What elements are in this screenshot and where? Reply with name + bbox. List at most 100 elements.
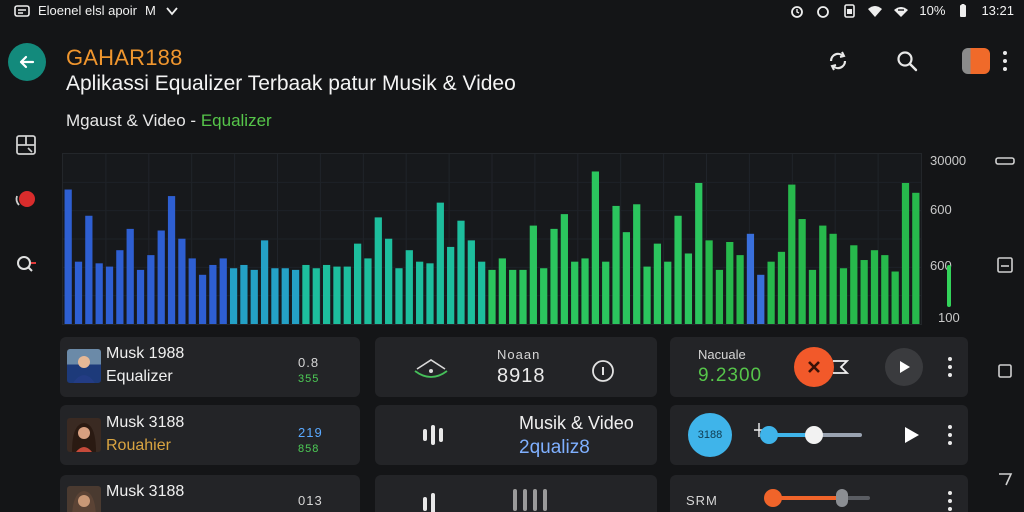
spectrum-bar — [674, 215, 682, 324]
spectrum-bar — [478, 261, 486, 324]
slider-start-knob[interactable] — [764, 489, 782, 507]
preset-label: Noaan — [497, 347, 541, 362]
spectrum-bar — [322, 264, 331, 324]
app-notification-icon — [14, 4, 30, 18]
control-label: SRM — [686, 493, 718, 508]
search-icon — [897, 51, 918, 72]
profile-avatar[interactable] — [962, 48, 990, 74]
balance-slider-knob[interactable] — [836, 489, 848, 507]
preset-title: Musik & Video — [519, 413, 634, 433]
chevron-down-icon[interactable] — [164, 4, 180, 18]
track-card-2[interactable]: Musk 3188 Rouahier 219 858 — [60, 405, 360, 465]
spectrum-bar — [488, 269, 496, 324]
track-title: Musk 3188 — [106, 414, 185, 431]
sync-icon — [829, 51, 847, 71]
track-badge[interactable]: 3188 — [688, 413, 732, 457]
cloud-sync-icon — [414, 359, 448, 378]
window-icon[interactable] — [993, 254, 1017, 276]
spectrum-bar — [209, 264, 217, 324]
control-card-1[interactable]: Nacuale 9.2300 — [670, 337, 968, 397]
bars-icon — [513, 489, 547, 511]
spectrum-bar — [405, 250, 413, 324]
preset-card-1[interactable]: Noaan 8918 — [375, 337, 657, 397]
waveform-icon — [423, 493, 435, 512]
spectrum-bar — [715, 269, 724, 324]
play-button[interactable] — [896, 420, 926, 450]
spectrum-bar — [167, 196, 176, 324]
spectrum-bar — [343, 266, 351, 324]
search-button[interactable] — [892, 46, 922, 76]
play-icon — [905, 427, 919, 443]
breadcrumb-main: Mgaust & Video - — [66, 111, 201, 130]
spectrum-bar — [240, 264, 248, 324]
spectrum-bar — [333, 266, 341, 324]
spectrum-bar — [901, 182, 910, 324]
spectrum-bar — [312, 268, 320, 324]
control-label: Nacuale — [698, 347, 746, 362]
more-vert-icon[interactable] — [947, 491, 953, 511]
minimize-icon[interactable] — [993, 150, 1017, 172]
spectrum-bar — [229, 268, 238, 324]
record-icon[interactable] — [12, 185, 40, 213]
spectrum-bar — [302, 264, 310, 324]
preset-card-2[interactable]: Musik & Video 2qualiz8 — [375, 405, 657, 465]
bookmark-icon[interactable] — [830, 357, 850, 377]
track-card-3[interactable]: Musk 3188 013 — [60, 475, 360, 512]
track-value-top: 219 — [298, 425, 323, 440]
more-vert-icon[interactable] — [947, 357, 953, 377]
spectrum-bar — [260, 240, 269, 324]
spectrum-bar — [767, 261, 775, 324]
spectrum-bar — [85, 215, 93, 324]
square-icon[interactable] — [993, 360, 1017, 382]
spectrum-bar — [777, 251, 786, 324]
track-card-1[interactable]: Musk 1988 Equalizer 0.8 355 — [60, 337, 360, 397]
spectrum-bar — [95, 263, 103, 324]
spectrum-bar — [147, 255, 155, 324]
spectrum-bar — [602, 261, 610, 324]
spectrum-bar — [219, 258, 227, 324]
preset-card-3[interactable] — [375, 475, 657, 512]
control-number: 9.2300 — [698, 365, 763, 386]
spectrum-bar — [188, 258, 196, 324]
control-card-3[interactable]: SRM — [670, 475, 968, 512]
back-button[interactable] — [8, 43, 46, 81]
corner-arrow-icon[interactable] — [993, 468, 1017, 490]
spectrum-bar — [726, 242, 734, 324]
volume-slider-knob[interactable] — [805, 426, 823, 444]
control-card-2[interactable]: 3188 — [670, 405, 968, 465]
spectrum-bar — [622, 232, 631, 324]
spectrum-bar — [684, 253, 693, 324]
search-filter-icon[interactable] — [12, 250, 40, 278]
breadcrumb-current: Equalizer — [200, 111, 272, 130]
sync-button[interactable] — [823, 46, 853, 76]
slider-start-knob[interactable] — [760, 426, 778, 444]
spectrum-bar — [664, 261, 672, 324]
y-label-upper: 600 — [930, 202, 952, 217]
spectrum-bar — [870, 250, 879, 324]
play-button[interactable] — [885, 348, 923, 386]
track-value-top: 013 — [298, 493, 323, 508]
spectrum-bar — [105, 266, 114, 324]
spectrum-bar — [529, 225, 537, 324]
spectrum-bar — [550, 228, 558, 324]
status-bar: Eloenel elsl apoir M 10% 13:21 — [0, 0, 1024, 22]
record-button[interactable] — [794, 347, 834, 387]
spectrum-visualizer — [62, 153, 922, 325]
track-thumbnail — [67, 486, 101, 512]
spectrum-bar — [612, 205, 620, 324]
spectrum-bar — [808, 269, 817, 324]
grid-icon[interactable] — [12, 131, 40, 159]
app-name: GAHAR188 — [66, 45, 183, 70]
spectrum-bar — [395, 268, 403, 324]
spectrum-bar — [436, 202, 444, 324]
track-value-top: 0.8 — [298, 355, 320, 370]
track-value-bottom: 355 — [298, 373, 320, 385]
spectrum-bar — [519, 269, 527, 324]
info-icon[interactable] — [591, 359, 615, 383]
spectrum-bar — [643, 266, 651, 324]
more-vert-icon[interactable] — [947, 425, 953, 445]
spectrum-bar — [457, 220, 465, 324]
spectrum-bar — [364, 258, 372, 324]
more-vert-icon[interactable] — [1002, 51, 1008, 71]
spectrum-bar — [788, 184, 796, 324]
